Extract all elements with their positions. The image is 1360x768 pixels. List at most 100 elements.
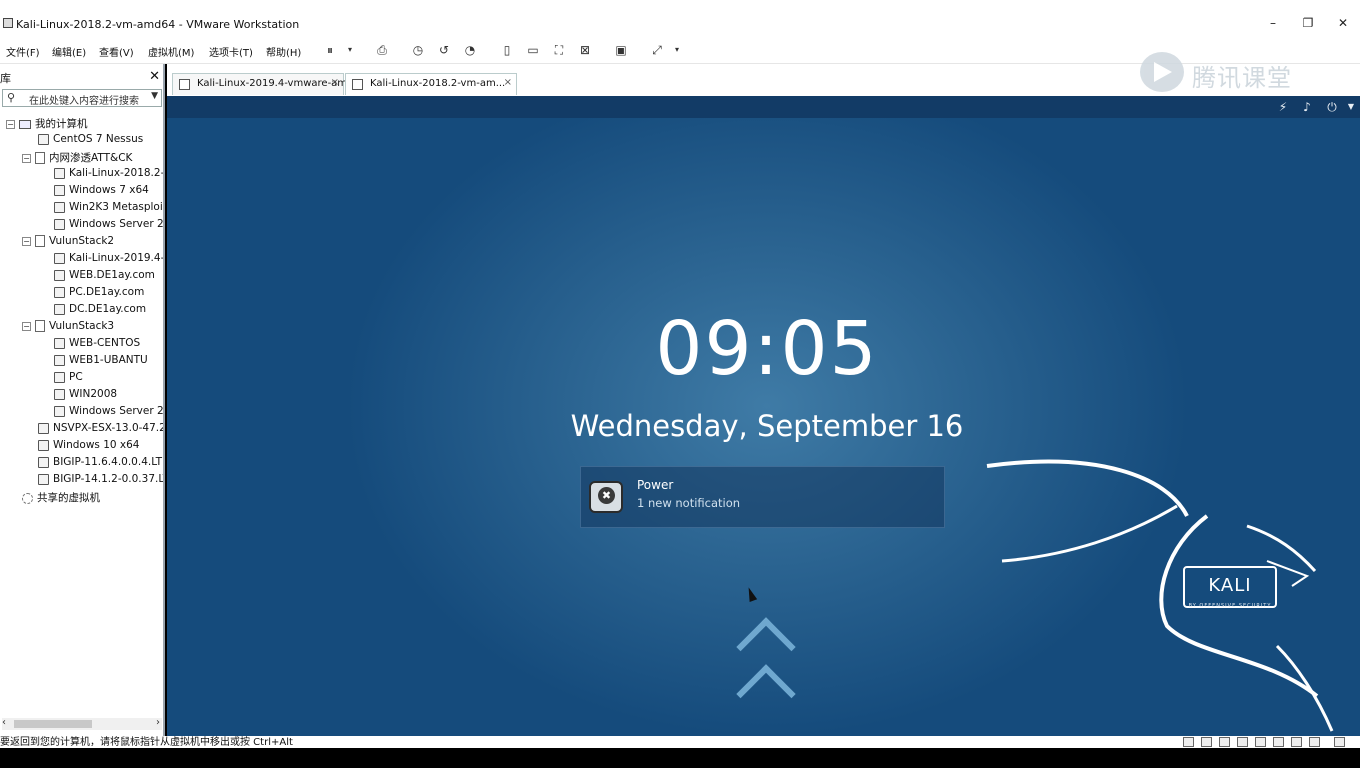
- menu-file[interactable]: 文件(F): [6, 44, 40, 59]
- vm-icon: [179, 79, 190, 90]
- tree-item-folder[interactable]: − 内网渗透ATT&CK: [22, 150, 132, 167]
- tree-item-folder[interactable]: − VulunStack3: [22, 320, 114, 337]
- library-title: 库: [0, 72, 11, 85]
- menu-view[interactable]: 查看(V): [99, 44, 134, 59]
- tree-item-vm[interactable]: Windows Server 2l: [54, 218, 163, 235]
- tree-item-my-computer[interactable]: − 我的计算机: [6, 116, 88, 133]
- stretch-dropdown-icon[interactable]: ▾: [669, 42, 685, 58]
- vm-icon: [38, 456, 49, 468]
- unlock-chevron-icon[interactable]: [733, 663, 803, 693]
- message-icon[interactable]: [1309, 737, 1320, 747]
- window-title: Kali-Linux-2018.2-vm-amd64 - VMware Work…: [16, 18, 300, 31]
- kali-logo: KALI: [1183, 566, 1277, 608]
- vm-icon: [54, 371, 65, 383]
- tree-item-vm[interactable]: BIGIP-14.1.2-0.0.37.LT: [38, 473, 163, 490]
- tree-item-vm[interactable]: DC.DE1ay.com: [54, 303, 146, 320]
- thumbnail-view-icon[interactable]: ▭: [525, 42, 541, 58]
- tree-item-vm[interactable]: BIGIP-11.6.4.0.0.4.LTM: [38, 456, 163, 473]
- collapse-icon[interactable]: −: [6, 119, 15, 129]
- vm-tree: − 我的计算机 CentOS 7 Nessus − 内网渗透ATT&CK Kali-…: [0, 116, 163, 716]
- tab-close-button[interactable]: ×: [504, 77, 512, 88]
- tree-item-label: BIGIP-14.1.2-0.0.37.LT: [53, 473, 163, 485]
- usb-icon[interactable]: [1237, 737, 1248, 747]
- pause-dropdown-icon[interactable]: ▾: [342, 42, 358, 58]
- vm-icon: [54, 167, 65, 179]
- close-button[interactable]: ✕: [1333, 16, 1353, 30]
- collapse-icon[interactable]: −: [22, 236, 31, 246]
- tree-item-label: Windows Server 2(: [69, 405, 163, 417]
- scroll-right-icon[interactable]: ›: [156, 717, 160, 728]
- tree-item-vm[interactable]: WEB.DE1ay.com: [54, 269, 155, 286]
- tree-item-vm[interactable]: Kali-Linux-2018.2-v: [54, 167, 163, 184]
- tree-item-vm[interactable]: Windows 7 x64: [54, 184, 149, 201]
- tree-item-vm[interactable]: CentOS 7 Nessus: [38, 133, 143, 150]
- tree-item-vm[interactable]: Windows Server 2(: [54, 405, 163, 422]
- sound-icon[interactable]: [1255, 737, 1266, 747]
- vmware-app-icon: [3, 18, 13, 28]
- menu-edit[interactable]: 编辑(E): [52, 44, 86, 59]
- tree-item-vm[interactable]: Kali-Linux-2019.4-v: [54, 252, 163, 269]
- tree-item-vm[interactable]: WEB-CENTOS: [54, 337, 140, 354]
- library-search-input[interactable]: ⚲ 在此处键入内容进行搜索 ▼: [2, 89, 162, 107]
- snapshot-manager-icon[interactable]: ◔: [462, 42, 478, 58]
- tree-item-vm[interactable]: Win2K3 Metasploi: [54, 201, 163, 218]
- menu-vm[interactable]: 虚拟机(M): [148, 44, 194, 59]
- unity-icon[interactable]: ⊠: [577, 42, 593, 58]
- scroll-left-icon[interactable]: ‹: [2, 717, 6, 728]
- minimize-button[interactable]: –: [1263, 16, 1283, 30]
- menu-tabs[interactable]: 选项卡(T): [209, 44, 253, 59]
- send-ctrl-alt-del-icon[interactable]: ⎙: [374, 42, 390, 58]
- vm-icon: [352, 79, 363, 90]
- tree-item-vm[interactable]: Windows 10 x64: [38, 439, 139, 456]
- pause-icon[interactable]: ⏸: [322, 42, 338, 58]
- tab-close-button[interactable]: ×: [331, 77, 339, 88]
- scrollbar-thumb[interactable]: [14, 720, 92, 728]
- menu-help[interactable]: 帮助(H): [266, 44, 301, 59]
- vm-display[interactable]: ⚡ ♪ ⏻ ▼ 09:05 Wednesday, September 16 ✖ …: [167, 96, 1360, 736]
- tree-item-folder[interactable]: − VulunStack2: [22, 235, 114, 252]
- watermark-logo-icon: [1140, 52, 1184, 92]
- console-icon[interactable]: ▣: [613, 42, 629, 58]
- hdd-icon[interactable]: [1183, 737, 1194, 747]
- vm-icon: [54, 337, 65, 349]
- fit-window-icon[interactable]: [1334, 737, 1345, 747]
- maximize-button[interactable]: ❐: [1298, 16, 1318, 30]
- kali-logo-subtitle: BY OFFENSIVE SECURITY: [1188, 603, 1272, 609]
- tab-kali-2018[interactable]: Kali-Linux-2018.2-vm-am... ×: [345, 73, 517, 95]
- folder-icon: [35, 152, 45, 164]
- printer-icon[interactable]: [1273, 737, 1284, 747]
- vm-icon: [54, 286, 65, 298]
- tree-item-label: 共享的虚拟机: [37, 492, 100, 504]
- fullscreen-icon[interactable]: ⛶: [551, 42, 567, 58]
- display-icon[interactable]: [1291, 737, 1302, 747]
- vm-icon: [54, 218, 65, 230]
- tree-item-label: PC: [69, 371, 83, 383]
- notification-card[interactable]: ✖ Power 1 new notification: [580, 466, 945, 528]
- tree-item-label: Kali-Linux-2019.4-v: [69, 252, 163, 264]
- tree-item-vm[interactable]: PC.DE1ay.com: [54, 286, 144, 303]
- vm-icon: [38, 439, 49, 451]
- library-view-icon[interactable]: ▯: [499, 42, 515, 58]
- tree-item-label: DC.DE1ay.com: [69, 303, 147, 315]
- cdrom-icon[interactable]: [1201, 737, 1212, 747]
- tree-item-label: BIGIP-11.6.4.0.0.4.LTM: [53, 456, 163, 468]
- collapse-icon[interactable]: −: [22, 321, 31, 331]
- tree-item-shared-vms[interactable]: 共享的虚拟机: [22, 490, 100, 507]
- chevron-down-icon[interactable]: ▼: [151, 91, 158, 101]
- tree-item-label: Win2K3 Metasploi: [69, 201, 163, 213]
- collapse-icon[interactable]: −: [22, 153, 31, 163]
- tree-item-vm[interactable]: WEB1-UBANTU: [54, 354, 148, 371]
- library-close-button[interactable]: ✕: [149, 69, 160, 84]
- tree-item-label: 我的计算机: [35, 118, 88, 130]
- stretch-icon[interactable]: ⤢: [649, 42, 665, 58]
- snapshot-icon[interactable]: ◷: [410, 42, 426, 58]
- unlock-chevron-icon[interactable]: [733, 616, 803, 646]
- tree-item-vm[interactable]: NSVPX-ESX-13.0-47.2: [38, 422, 163, 439]
- revert-snapshot-icon[interactable]: ↺: [436, 42, 452, 58]
- notification-body: 1 new notification: [637, 496, 741, 510]
- library-horizontal-scrollbar[interactable]: ‹ ›: [2, 717, 162, 730]
- tree-item-vm[interactable]: PC: [54, 371, 83, 388]
- network-adapter-icon[interactable]: [1219, 737, 1230, 747]
- tree-item-vm[interactable]: WIN2008: [54, 388, 117, 405]
- tab-kali-2019[interactable]: Kali-Linux-2019.4-vmware-am... ×: [172, 73, 357, 95]
